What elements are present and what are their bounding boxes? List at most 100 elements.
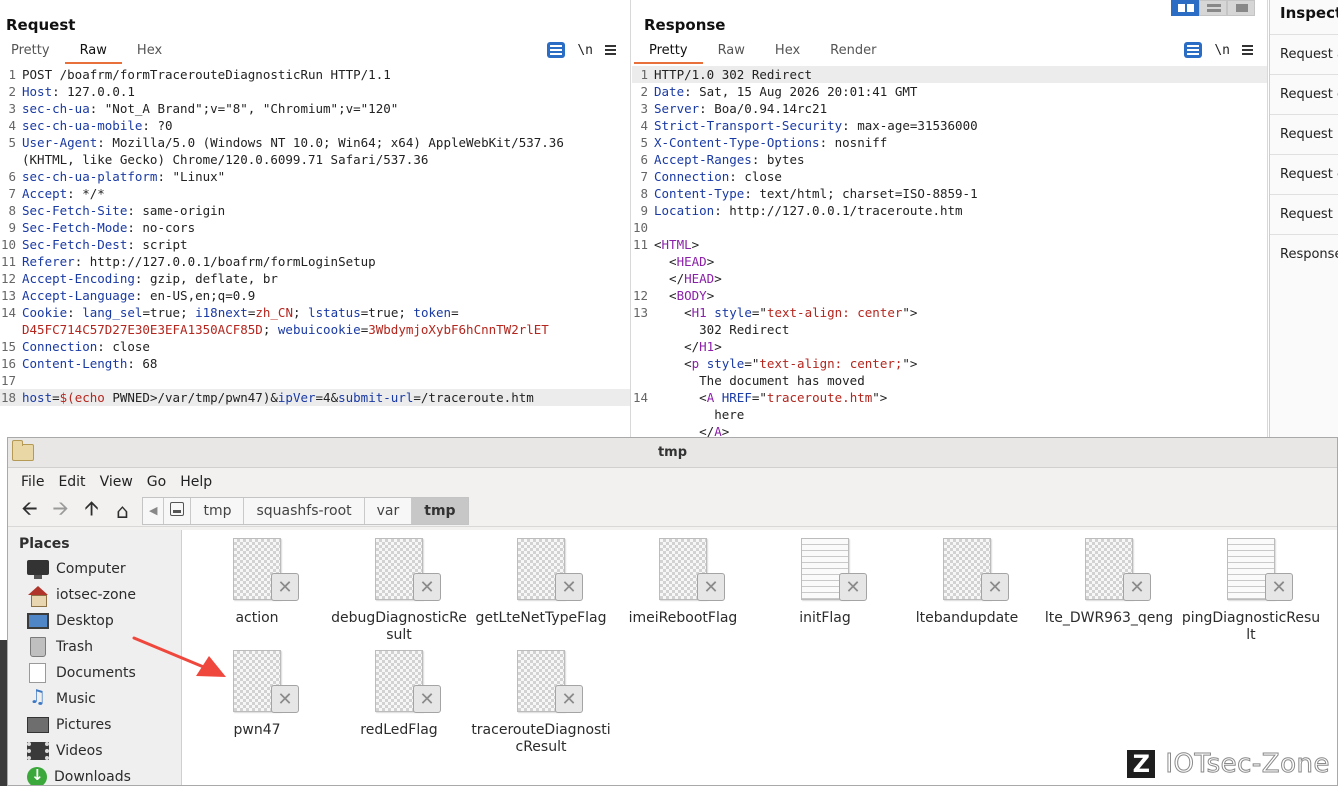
line-text: Accept-Encoding: gzip, deflate, br — [22, 271, 278, 286]
code-line: </H1> — [632, 338, 1267, 355]
code-line: 16 Content-Length: 68 — [0, 355, 630, 372]
file-item[interactable]: ✕ redLedFlag — [328, 650, 470, 739]
breadcrumb-item[interactable]: tmp — [411, 497, 468, 524]
split-vertical-icon[interactable] — [1199, 0, 1227, 16]
menu-help[interactable]: Help — [173, 474, 219, 490]
file-item[interactable]: ✕ initFlag — [754, 538, 896, 627]
line-number: 12 — [632, 288, 648, 303]
line-number: 14 — [0, 305, 16, 320]
sidebar-item-downloads[interactable]: Downloads — [8, 764, 181, 785]
file-item[interactable]: ✕ pwn47 — [186, 650, 328, 739]
inspector-section[interactable]: Response — [1270, 234, 1338, 274]
inspector-section[interactable]: Request c — [1270, 154, 1338, 194]
show-newlines-button[interactable]: \n — [1214, 43, 1230, 58]
response-tab-render[interactable]: Render — [815, 42, 891, 64]
breadcrumb: ◀ tmp squashfs-root var tmp — [142, 496, 469, 525]
line-number: 11 — [0, 254, 16, 269]
inspector-section[interactable]: Request a — [1270, 34, 1338, 74]
code-line: <HEAD> — [632, 253, 1267, 270]
code-line: 1 POST /boafrm/formTracerouteDiagnosticRu… — [0, 66, 630, 83]
inspector-section[interactable]: Request h — [1270, 194, 1338, 234]
menu-view[interactable]: View — [93, 474, 140, 490]
code-line: 12 <BODY> — [632, 287, 1267, 304]
response-tab-pretty[interactable]: Pretty — [634, 42, 703, 64]
forward-arrow-icon[interactable]: 🡪 — [45, 496, 76, 525]
show-newlines-button[interactable]: \n — [577, 43, 593, 58]
up-arrow-icon[interactable]: 🡩 — [76, 496, 107, 525]
response-tab-raw[interactable]: Raw — [703, 42, 760, 64]
sidebar-item-label: iotsec-zone — [56, 587, 137, 603]
home-icon[interactable]: ⌂ — [107, 497, 138, 525]
sidebar-item-videos[interactable]: Videos — [8, 738, 181, 764]
file-item[interactable]: ✕ debugDiagnosticRe sult — [328, 538, 470, 644]
line-number: 17 — [0, 373, 16, 388]
file-manager-toolbar: 🡨 🡪 🡩 ⌂ ◀ tmp squashfs-root var tmp — [8, 495, 1337, 527]
line-number: 7 — [640, 169, 648, 184]
line-number: 7 — [8, 186, 16, 201]
code-line: 8 Sec-Fetch-Site: same-origin — [0, 202, 630, 219]
request-tab-pretty[interactable]: Pretty — [0, 42, 65, 64]
menu-edit[interactable]: Edit — [51, 474, 92, 490]
sidebar-item-pictures[interactable]: Pictures — [8, 712, 181, 738]
file-item[interactable]: ✕ action — [186, 538, 328, 627]
menu-icon[interactable] — [605, 45, 616, 55]
file-item[interactable]: ✕ ltebandupdate — [896, 538, 1038, 627]
line-number: 9 — [8, 220, 16, 235]
line-number — [632, 372, 654, 389]
response-tab-hex[interactable]: Hex — [760, 42, 815, 64]
request-tab-hex[interactable]: Hex — [122, 42, 177, 64]
no-permission-icon: ✕ — [555, 685, 583, 713]
code-line: <p style="text-align: center;"> — [632, 355, 1267, 372]
sidebar-item-desktop[interactable]: Desktop — [8, 608, 181, 634]
breadcrumb-item[interactable]: squashfs-root — [243, 497, 363, 524]
menu-file[interactable]: File — [14, 474, 51, 490]
sidebar-item-label: Computer — [56, 561, 126, 577]
inspector-section[interactable]: Request q — [1270, 74, 1338, 114]
word-wrap-icon[interactable] — [1184, 42, 1203, 58]
response-editor[interactable]: 1 HTTP/1.0 302 Redirect 2 Date: Sat, 15 Aug… — [632, 66, 1267, 440]
breadcrumb-item[interactable]: tmp — [190, 497, 243, 524]
code-line: 9 Sec-Fetch-Mode: no-cors — [0, 219, 630, 236]
file-name: pwn47 — [233, 722, 281, 738]
code-line: 14 Cookie: lang_sel=true; i18next=zh_CN; … — [0, 304, 630, 321]
line-text: </HEAD> — [654, 271, 722, 286]
sidebar-item-label: Trash — [56, 639, 93, 655]
line-text: <H1 style="text-align: center"> — [654, 305, 918, 320]
back-arrow-icon[interactable]: 🡨 — [14, 496, 45, 525]
file-item[interactable]: ✕ lte_DWR963_qeng — [1038, 538, 1180, 627]
sidebar-item-trash[interactable]: Trash — [8, 634, 181, 660]
code-line: 2 Host: 127.0.0.1 — [0, 83, 630, 100]
line-number: 16 — [0, 356, 16, 371]
code-line: 13 Accept-Language: en-US,en;q=0.9 — [0, 287, 630, 304]
menu-go[interactable]: Go — [140, 474, 173, 490]
no-permission-icon: ✕ — [981, 573, 1009, 601]
request-tab-raw[interactable]: Raw — [64, 42, 122, 64]
inspector-section[interactable]: Request b — [1270, 114, 1338, 154]
breadcrumb-item[interactable]: var — [363, 497, 412, 524]
line-text: <p style="text-align: center;"> — [654, 356, 918, 371]
file-item[interactable]: ✕ tracerouteDiagnosti cResult — [470, 650, 612, 756]
scroll-left-icon[interactable]: ◀ — [143, 498, 163, 524]
code-line: (KHTML, like Gecko) Chrome/120.0.6099.71… — [0, 151, 630, 168]
sidebar-item-iotsec-zone[interactable]: iotsec-zone — [8, 582, 181, 608]
line-number: 4 — [8, 118, 16, 133]
line-number: 12 — [0, 271, 16, 286]
file-name: getLteNetTypeFlag — [475, 610, 607, 626]
sidebar-item-music[interactable]: Music — [8, 686, 181, 712]
drive-icon[interactable] — [163, 497, 190, 524]
line-text: D45FC714C57D27E30E3EFA1350ACF85D; webuic… — [22, 322, 549, 337]
menu-icon[interactable] — [1242, 45, 1253, 55]
line-number — [632, 321, 654, 338]
word-wrap-icon[interactable] — [547, 42, 566, 58]
split-horizontal-icon[interactable] — [1171, 0, 1199, 16]
pictures-icon — [27, 717, 49, 733]
file-item[interactable]: ✕ getLteNetTypeFlag — [470, 538, 612, 627]
request-editor[interactable]: 1 POST /boafrm/formTracerouteDiagnosticRu… — [0, 66, 630, 440]
sidebar-item-computer[interactable]: Computer — [8, 556, 181, 582]
window-titlebar[interactable]: tmp — [8, 438, 1337, 468]
file-item[interactable]: ✕ pingDiagnosticResu lt — [1180, 538, 1322, 644]
tabs-view-icon[interactable] — [1227, 0, 1255, 16]
file-item[interactable]: ✕ imeiRebootFlag — [612, 538, 754, 627]
sidebar-item-documents[interactable]: Documents — [8, 660, 181, 686]
code-line: 4 sec-ch-ua-mobile: ?0 — [0, 117, 630, 134]
